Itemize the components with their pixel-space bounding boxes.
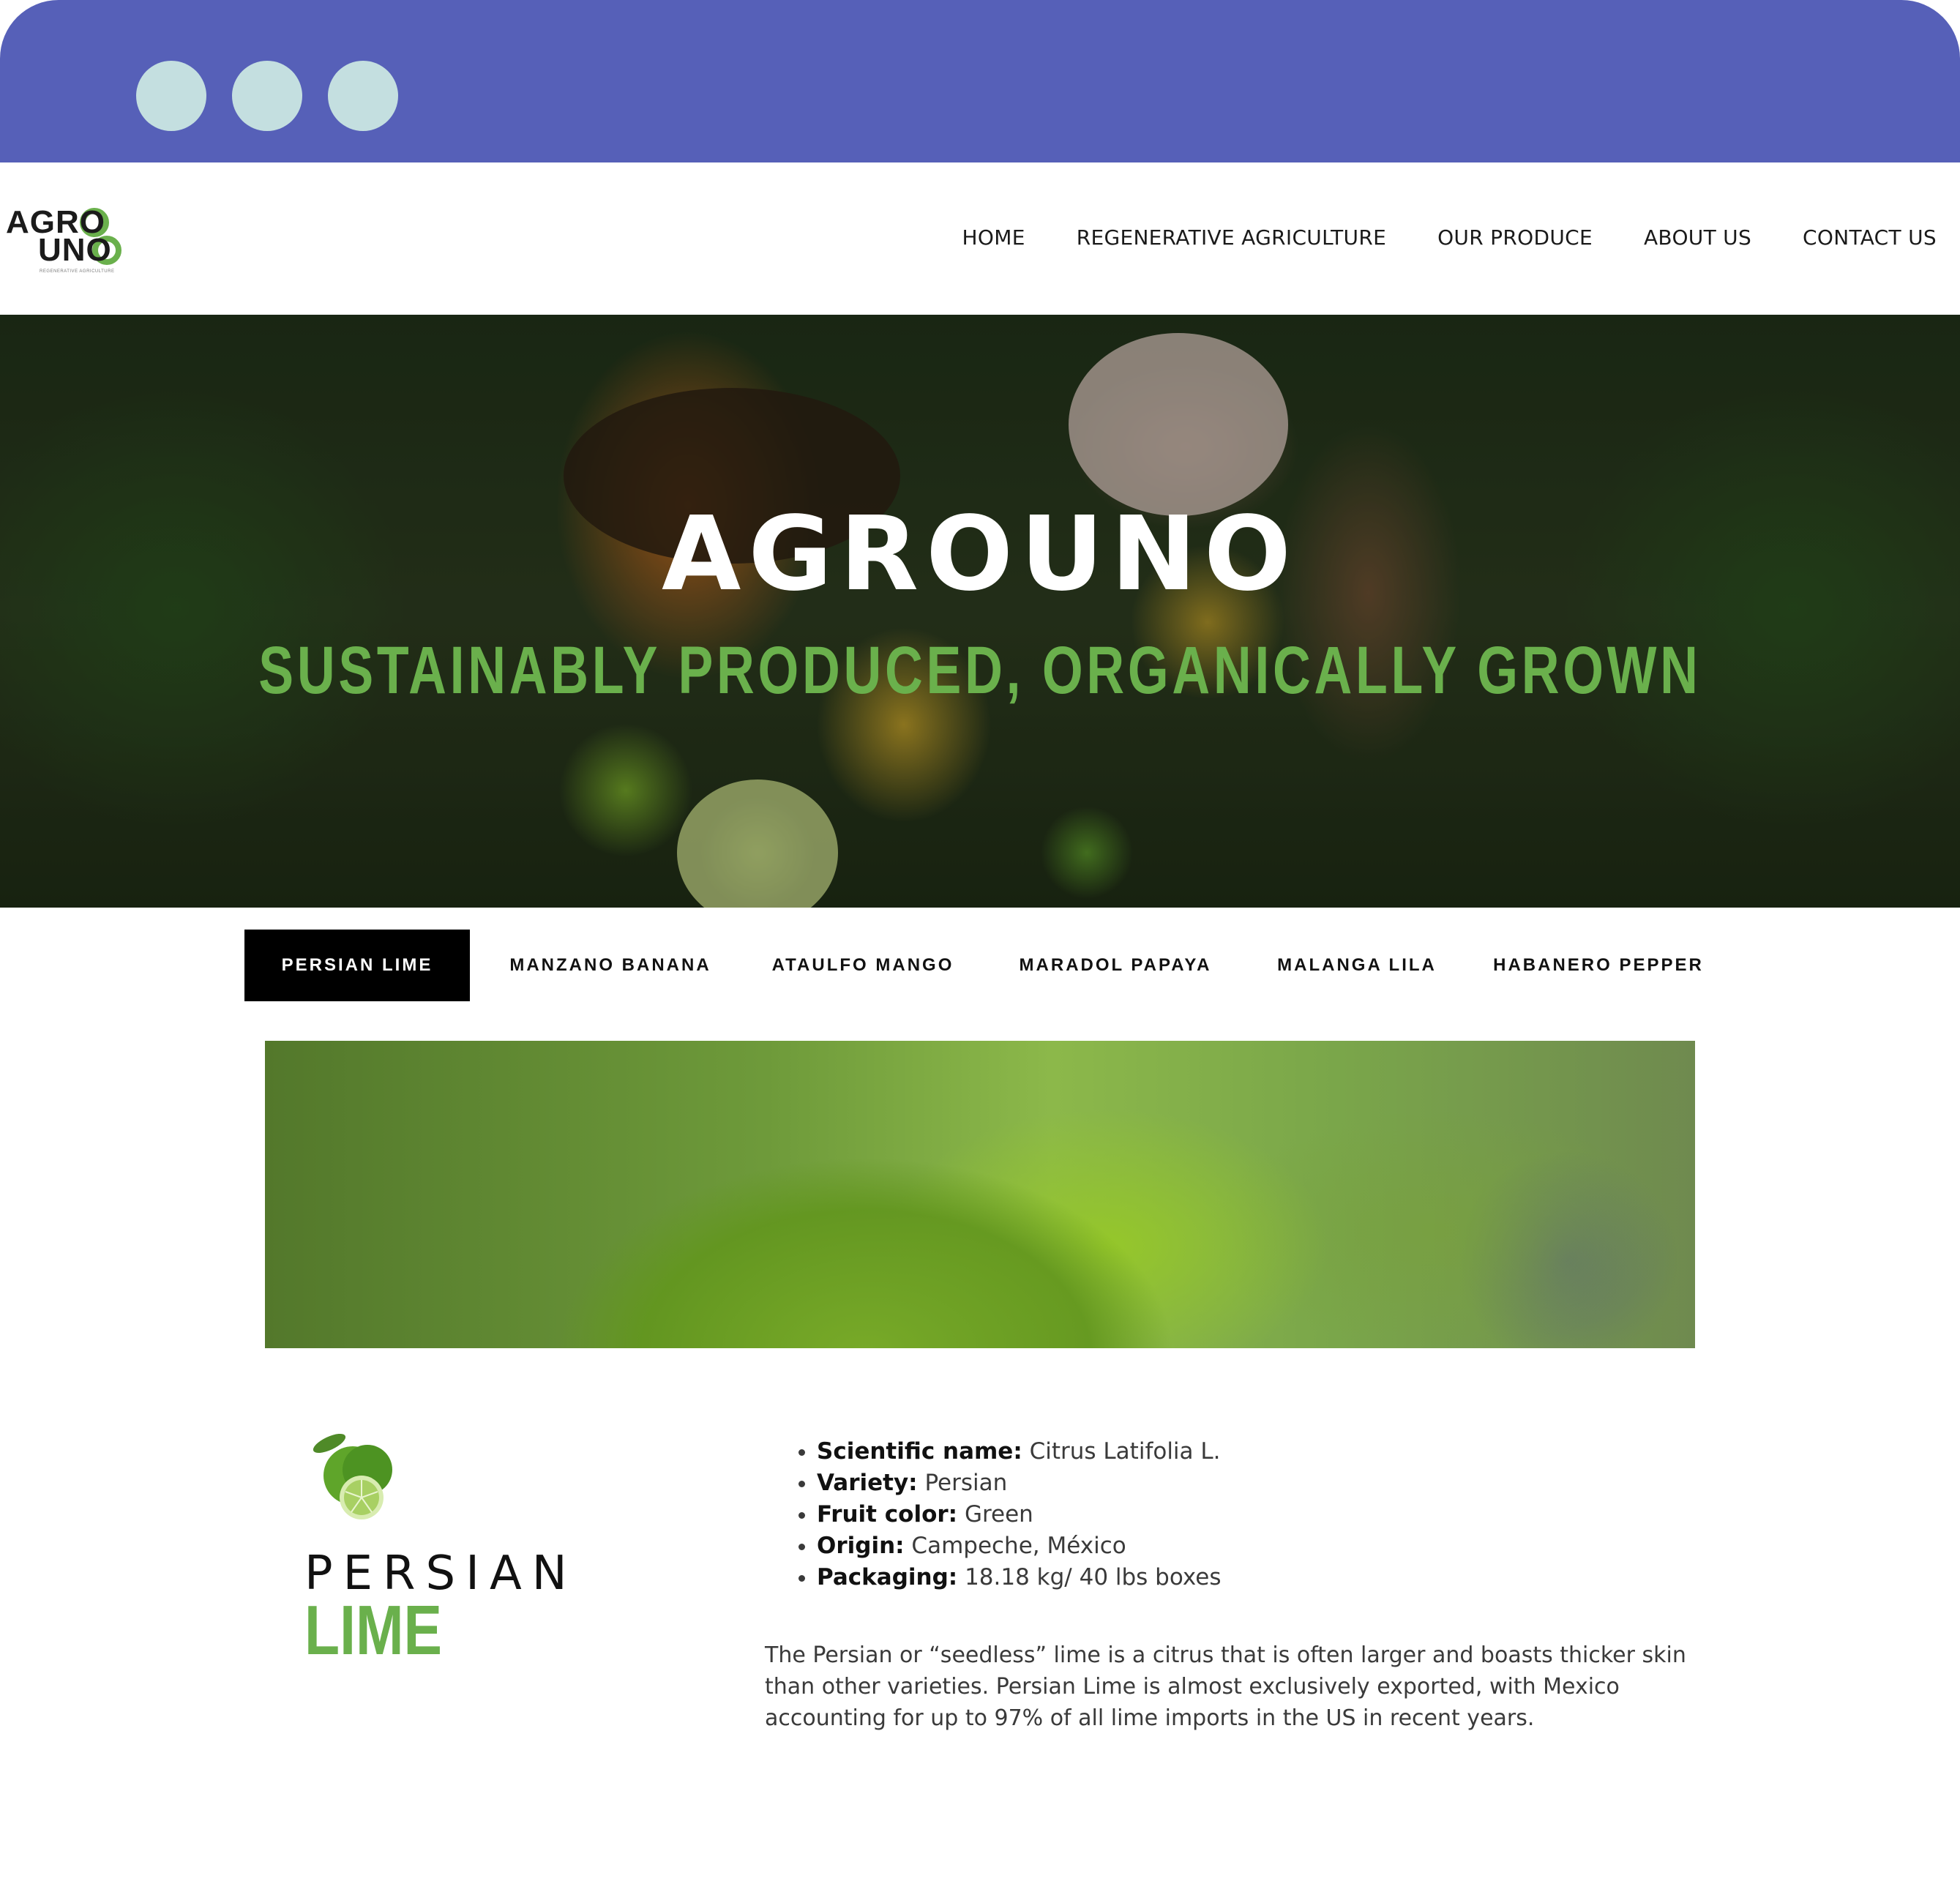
tab-maradol-papaya[interactable]: MARADOL PAPAYA bbox=[991, 930, 1240, 1001]
lime-icon bbox=[313, 1433, 392, 1519]
produce-tabs: PERSIAN LIME MANZANO BANANA ATAULFO MANG… bbox=[244, 930, 1716, 1001]
logo-tagline: REGENERATIVE AGRICULTURE bbox=[40, 269, 115, 274]
product-specs-list: Scientific name: Citrus Latifolia L. Var… bbox=[789, 1436, 1222, 1593]
product-description: The Persian or “seedless” lime is a citr… bbox=[765, 1642, 1686, 1731]
logo-text-uno: UNO bbox=[38, 232, 112, 268]
spec-value: Citrus Latifolia L. bbox=[1029, 1438, 1221, 1465]
spec-value: 18.18 kg/ 40 lbs boxes bbox=[965, 1564, 1222, 1590]
tab-persian-lime[interactable]: PERSIAN LIME bbox=[244, 930, 470, 1001]
spec-label: Scientific name: bbox=[817, 1438, 1022, 1465]
nav-contact-us[interactable]: CONTACT US bbox=[1751, 225, 1937, 250]
product-name-lime: LIME bbox=[304, 1591, 443, 1670]
hero-title: AGROUNO bbox=[662, 495, 1298, 614]
spec-label: Fruit color: bbox=[817, 1501, 958, 1528]
tab-ataulfo-mango[interactable]: ATAULFO MANGO bbox=[749, 930, 976, 1001]
site-header: AGRO UNO REGENERATIVE AGRICULTURE HOME R… bbox=[0, 162, 1960, 315]
tab-habanero-pepper[interactable]: HABANERO PEPPER bbox=[1481, 930, 1716, 1001]
nav-regenerative-agriculture[interactable]: REGENERATIVE AGRICULTURE bbox=[1025, 225, 1386, 250]
spec-value: Green bbox=[964, 1501, 1033, 1528]
hero-subtitle: SUSTAINABLY PRODUCED, ORGANICALLY GROWN bbox=[258, 633, 1702, 708]
spec-variety: Variety: Persian bbox=[817, 1468, 1222, 1499]
nav-our-produce[interactable]: OUR PRODUCE bbox=[1386, 225, 1593, 250]
product-name-persian: PERSIAN bbox=[304, 1547, 577, 1601]
browser-window: AGRO UNO REGENERATIVE AGRICULTURE HOME R… bbox=[0, 0, 1960, 1903]
spec-packaging: Packaging: 18.18 kg/ 40 lbs boxes bbox=[817, 1562, 1222, 1593]
window-dot-maximize[interactable] bbox=[328, 61, 398, 131]
spec-label: Origin: bbox=[817, 1533, 905, 1559]
hero-banner: AGROUNO SUSTAINABLY PRODUCED, ORGANICALL… bbox=[0, 315, 1960, 908]
spec-value: Persian bbox=[924, 1470, 1008, 1496]
tab-manzano-banana[interactable]: MANZANO BANANA bbox=[493, 930, 727, 1001]
window-dot-close[interactable] bbox=[136, 61, 206, 131]
nav-about-us[interactable]: ABOUT US bbox=[1593, 225, 1751, 250]
nav-home[interactable]: HOME bbox=[911, 225, 1025, 250]
window-chrome bbox=[0, 0, 1960, 162]
spec-label: Variety: bbox=[817, 1470, 918, 1496]
tab-malanga-lila[interactable]: MALANGA LILA bbox=[1247, 930, 1467, 1001]
persian-lime-photo bbox=[265, 1041, 1695, 1348]
window-dot-minimize[interactable] bbox=[232, 61, 302, 131]
agrouno-logo[interactable]: AGRO UNO REGENERATIVE AGRICULTURE bbox=[6, 206, 123, 287]
main-nav: HOME REGENERATIVE AGRICULTURE OUR PRODUC… bbox=[911, 225, 1937, 250]
spec-fruit-color: Fruit color: Green bbox=[817, 1499, 1222, 1530]
spec-label: Packaging: bbox=[817, 1564, 958, 1590]
spec-origin: Origin: Campeche, México bbox=[817, 1530, 1222, 1562]
spec-value: Campeche, México bbox=[911, 1533, 1126, 1559]
spec-scientific-name: Scientific name: Citrus Latifolia L. bbox=[817, 1436, 1222, 1468]
